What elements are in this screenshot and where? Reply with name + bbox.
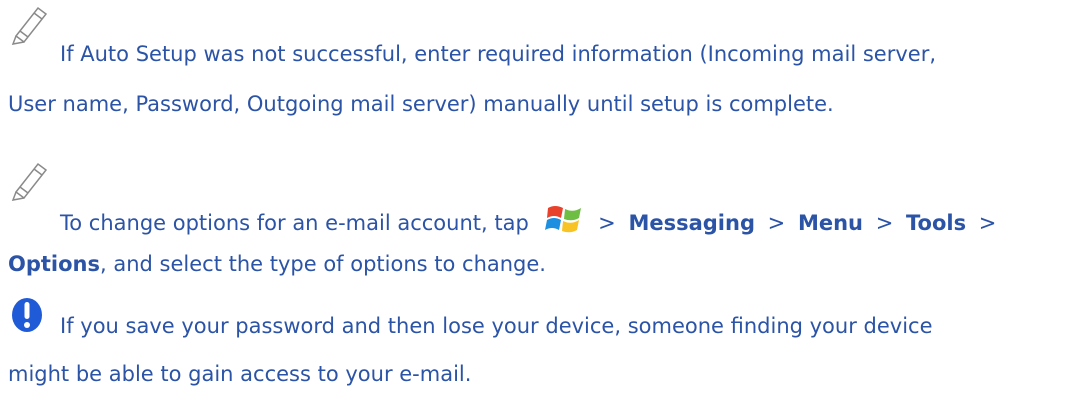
note-text-before-icon: To change options for an e-mail account,… bbox=[60, 211, 529, 235]
separator-arrow: > bbox=[598, 211, 616, 235]
exclamation-alert-icon bbox=[10, 296, 46, 339]
separator-arrow: > bbox=[767, 211, 786, 235]
pencil-note-icon bbox=[8, 2, 52, 51]
warning-line-2: might be able to gain access to your e-m… bbox=[8, 362, 472, 386]
note-change-options-line-1: To change options for an e-mail account,… bbox=[60, 202, 1002, 241]
note-auto-setup-line-2: User name, Password, Outgoing mail serve… bbox=[8, 92, 834, 116]
tools-label: Tools bbox=[906, 211, 967, 235]
separator-arrow: > bbox=[978, 211, 997, 235]
messaging-label: Messaging bbox=[628, 211, 755, 235]
note-text-after: , and select the type of options to chan… bbox=[100, 252, 546, 276]
separator-arrow: > bbox=[875, 211, 894, 235]
note-change-options-line-2: Options, and select the type of options … bbox=[8, 252, 546, 276]
menu-label: Menu bbox=[797, 211, 864, 235]
options-label: Options bbox=[8, 252, 100, 276]
pencil-note-icon bbox=[8, 158, 52, 207]
note-auto-setup-line-1: If Auto Setup was not successful, enter … bbox=[60, 42, 937, 66]
windows-start-icon bbox=[545, 202, 585, 241]
warning-line-1: If you save your password and then lose … bbox=[60, 314, 933, 338]
